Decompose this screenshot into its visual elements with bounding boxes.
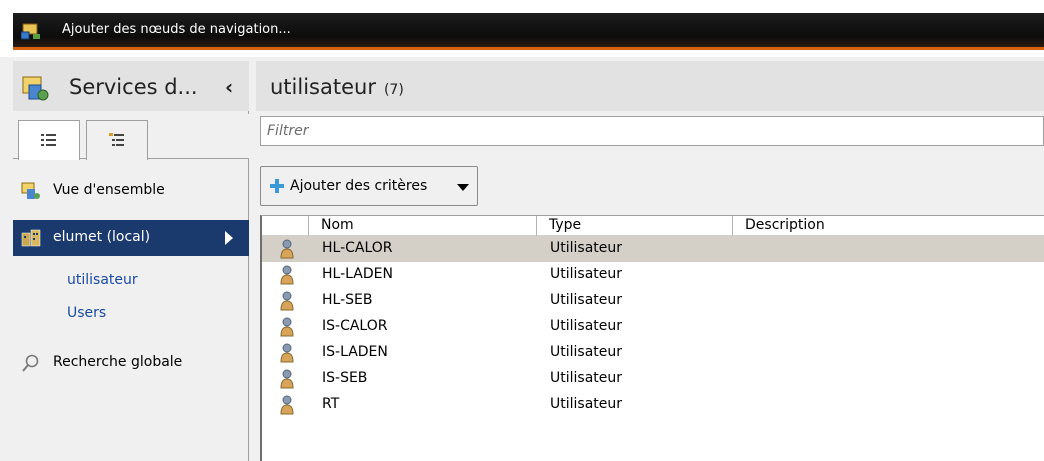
row-type: Utilisateur	[550, 292, 623, 308]
list-view-icon	[41, 134, 56, 146]
filter-box	[260, 116, 1044, 146]
domain-icon	[21, 229, 41, 247]
table-row[interactable]: HL-CALOR Utilisateur	[262, 236, 1044, 262]
user-icon	[280, 291, 294, 311]
row-type: Utilisateur	[550, 266, 623, 282]
row-type: Utilisateur	[550, 344, 623, 360]
navigation-header: Services d... ‹	[13, 61, 249, 111]
list-view-tab[interactable]	[18, 120, 80, 160]
row-name: HL-SEB	[322, 292, 373, 308]
nav-item-overview[interactable]: Vue d'ensemble	[13, 173, 249, 209]
nav-item-global-search[interactable]: Recherche globale	[13, 345, 249, 381]
row-type: Utilisateur	[550, 370, 623, 386]
navigation-pane: Services d... ‹ Vue d'ensemble elumet (l…	[13, 61, 249, 461]
collapse-pane-button[interactable]: ‹	[225, 75, 233, 99]
row-name: HL-LADEN	[322, 266, 393, 282]
row-name: RT	[322, 396, 340, 412]
tree-view-tab[interactable]	[86, 120, 148, 160]
add-icon	[270, 179, 284, 193]
main-header: utilisateur (7)	[256, 61, 1044, 111]
item-count: (7)	[383, 82, 404, 98]
nav-subitem-users[interactable]: Users	[67, 305, 106, 321]
page-title-text: utilisateur	[270, 75, 376, 99]
table-row[interactable]: HL-SEB Utilisateur	[262, 288, 1044, 314]
nav-subitem-utilisateur[interactable]: utilisateur	[67, 272, 138, 288]
table-row[interactable]: HL-LADEN Utilisateur	[262, 262, 1044, 288]
page-title: utilisateur (7)	[270, 75, 404, 99]
user-icon	[280, 239, 294, 259]
column-header-name[interactable]: Nom	[308, 216, 536, 236]
view-tabs	[13, 114, 249, 160]
window-title: Ajouter des nœuds de navigation...	[62, 22, 291, 37]
row-name: IS-SEB	[322, 370, 368, 386]
navigation-title: Services d...	[69, 75, 198, 99]
nav-item-domain[interactable]: elumet (local)	[13, 220, 249, 256]
add-criteria-button[interactable]: Ajouter des critères	[260, 166, 478, 206]
table-row[interactable]: IS-CALOR Utilisateur	[262, 314, 1044, 340]
expand-arrow-icon	[225, 231, 233, 245]
row-type: Utilisateur	[550, 396, 623, 412]
navigation-nodes-icon	[21, 23, 40, 40]
search-icon	[22, 354, 39, 372]
table-row[interactable]: IS-LADEN Utilisateur	[262, 340, 1044, 366]
title-bar: Ajouter des nœuds de navigation...	[0, 0, 1044, 57]
row-type: Utilisateur	[550, 318, 623, 334]
overview-icon	[21, 182, 40, 199]
table-row[interactable]: IS-SEB Utilisateur	[262, 366, 1044, 392]
user-icon	[280, 343, 294, 363]
add-criteria-label: Ajouter des critères	[290, 178, 428, 194]
row-type: Utilisateur	[550, 240, 623, 256]
main-pane: utilisateur (7) Ajouter des critères Nom …	[256, 61, 1044, 461]
nav-item-global-search-label: Recherche globale	[53, 354, 183, 370]
user-icon	[280, 317, 294, 337]
nav-item-overview-label: Vue d'ensemble	[53, 182, 165, 198]
column-header-type[interactable]: Type	[536, 216, 732, 236]
row-name: HL-CALOR	[322, 240, 393, 256]
nav-item-domain-label: elumet (local)	[53, 229, 151, 245]
results-table: Nom Type Description HL-CALOR Utilisateur…	[260, 215, 1044, 461]
user-icon	[280, 369, 294, 389]
filter-input[interactable]	[261, 117, 1043, 145]
user-icon	[280, 395, 294, 415]
directory-services-icon	[22, 76, 49, 101]
table-header: Nom Type Description	[262, 216, 1044, 236]
column-header-description[interactable]: Description	[732, 216, 1044, 236]
dropdown-caret-icon	[457, 184, 469, 191]
tree-view-icon	[109, 133, 124, 146]
row-name: IS-LADEN	[322, 344, 388, 360]
table-row[interactable]: RT Utilisateur	[262, 392, 1044, 418]
user-icon	[280, 265, 294, 285]
row-name: IS-CALOR	[322, 318, 388, 334]
